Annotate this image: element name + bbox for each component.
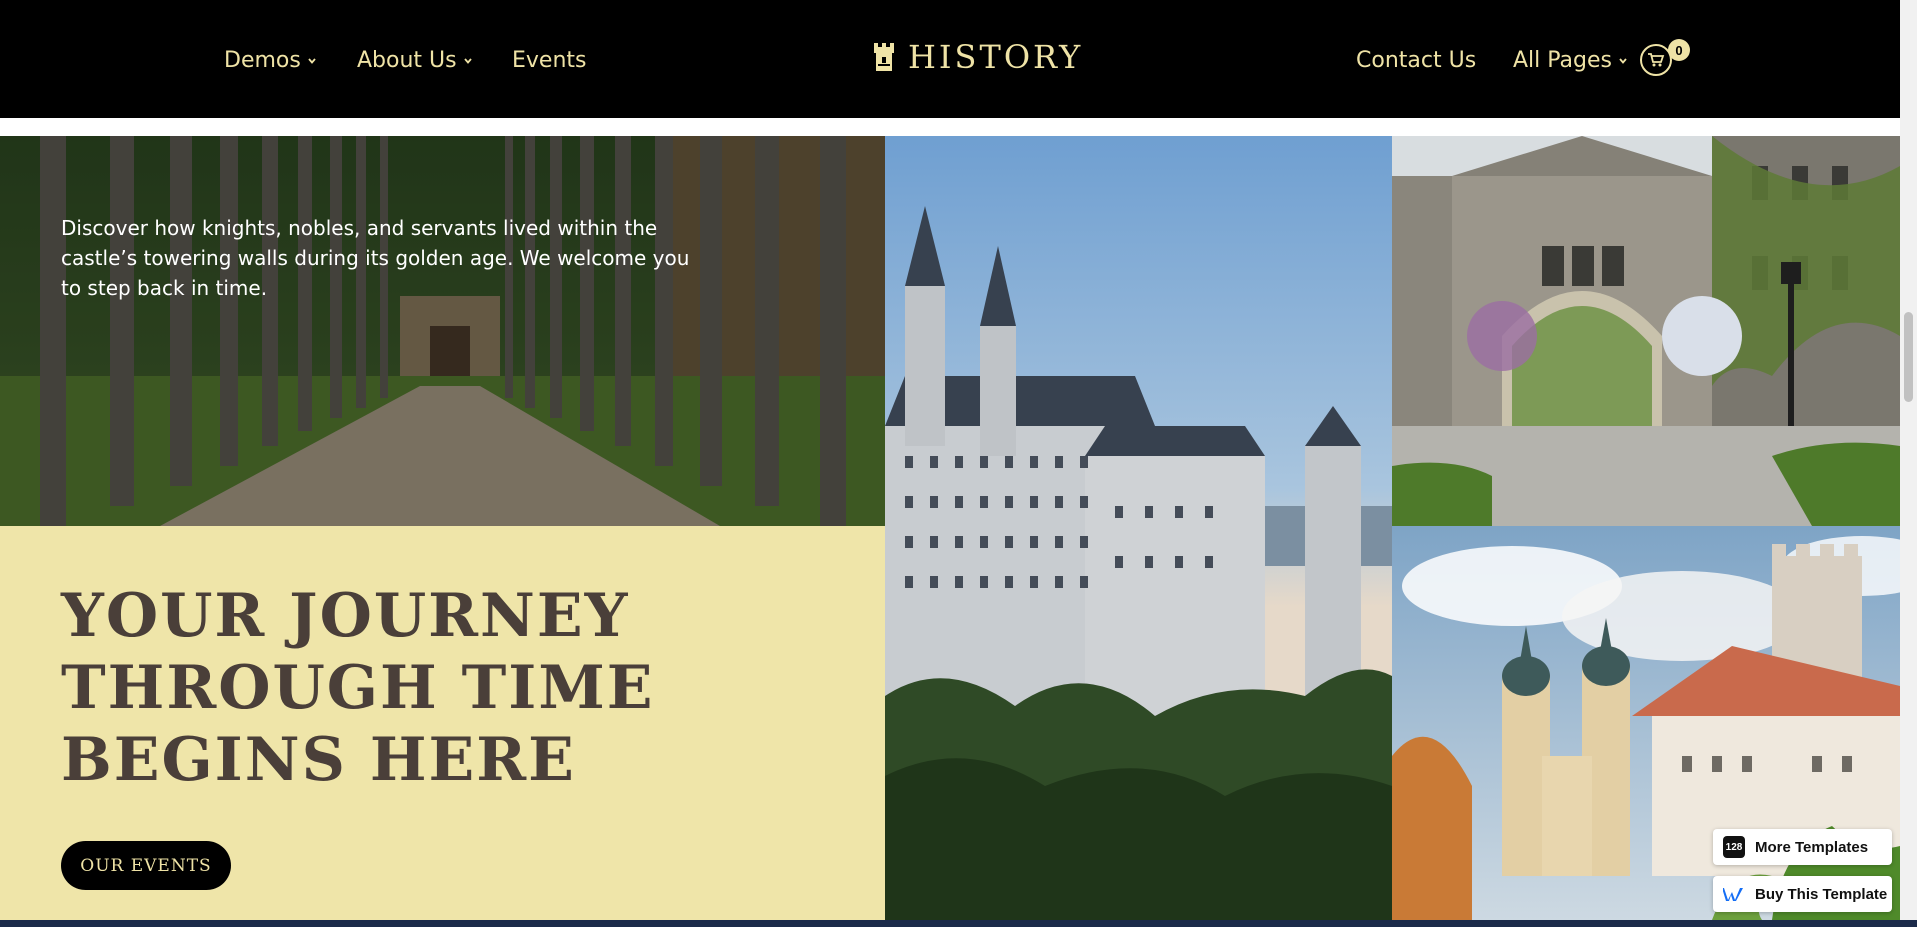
nav-events-label: Events	[512, 48, 587, 73]
more-templates-label: More Templates	[1755, 838, 1869, 856]
nav-about-us-label: About Us	[357, 48, 457, 73]
buy-template-button[interactable]: Buy This Template	[1713, 876, 1892, 912]
more-templates-badge-icon: 128	[1723, 836, 1745, 858]
scrollbar-thumb[interactable]	[1904, 312, 1913, 402]
hero-intro-text: Discover how knights, nobles, and servan…	[61, 216, 690, 300]
nav-events[interactable]: Events	[512, 48, 587, 73]
buy-template-label: Buy This Template	[1755, 885, 1888, 903]
avenue-photo	[0, 136, 885, 526]
nav-demos-label: Demos	[224, 48, 301, 73]
nav-demos[interactable]: Demos	[224, 48, 317, 73]
logo-text: HISTORY	[908, 38, 1084, 76]
chevron-down-icon	[1619, 57, 1627, 64]
page-scrollbar[interactable]	[1900, 0, 1917, 920]
cart-icon	[1648, 53, 1665, 67]
more-templates-button[interactable]: 128 More Templates	[1713, 829, 1892, 865]
nav-contact-us-label: Contact Us	[1356, 48, 1477, 73]
nav-all-pages-label: All Pages	[1513, 48, 1612, 73]
bottom-strip	[0, 920, 1917, 927]
chevron-down-icon	[308, 57, 316, 64]
castle-photo	[885, 136, 1392, 920]
site-logo[interactable]: HISTORY	[872, 38, 1083, 76]
hero-headline: YOUR JOURNEY THROUGH TIME BEGINS HERE	[61, 581, 655, 795]
castle-tower-icon	[874, 43, 894, 71]
courtyard-archway-photo	[1392, 136, 1900, 526]
webflow-logo-icon	[1723, 888, 1743, 901]
nav-all-pages[interactable]: All Pages	[1513, 48, 1628, 73]
our-events-button[interactable]: OUR EVENTS	[61, 841, 231, 890]
nav-contact-us[interactable]: Contact Us	[1356, 48, 1476, 73]
top-navigation: Demos About Us Events HISTORY Contact Us…	[0, 0, 1900, 118]
cart-count-badge: 0	[1668, 39, 1690, 61]
nav-about-us[interactable]: About Us	[357, 48, 473, 73]
chevron-down-icon	[463, 57, 472, 64]
